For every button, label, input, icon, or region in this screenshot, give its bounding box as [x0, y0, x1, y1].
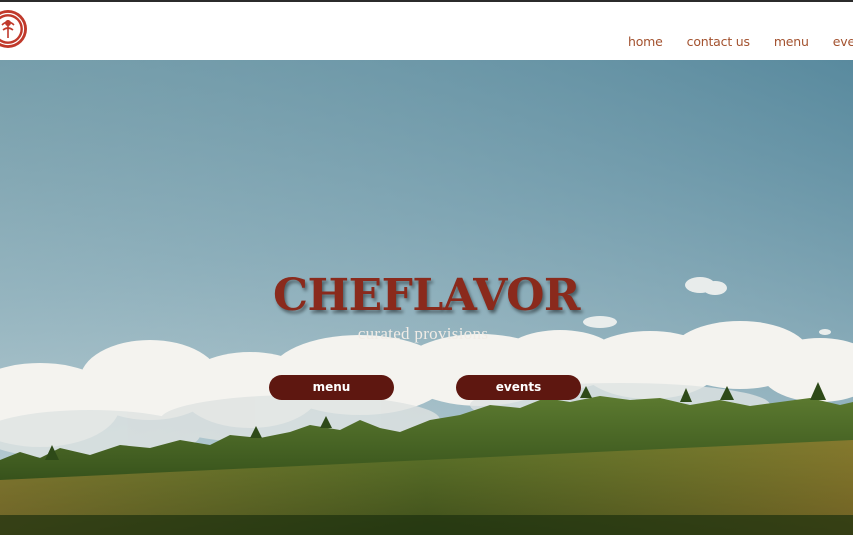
site-header: home contact us menu events	[0, 2, 853, 60]
menu-button[interactable]: menu	[269, 375, 394, 400]
nav-events-link[interactable]: events	[833, 34, 853, 49]
hero-title: CHEFLAVOR	[272, 270, 581, 321]
page: home contact us menu events	[0, 0, 853, 535]
main-nav: home contact us menu events	[628, 34, 853, 49]
hero-subtitle: curated provisions	[357, 324, 489, 343]
nav-home-link[interactable]: home	[628, 34, 663, 49]
nav-contact-us-link[interactable]: contact us	[687, 34, 750, 49]
nav-menu-link[interactable]: menu	[774, 34, 809, 49]
restaurant-logo-seal-icon[interactable]	[0, 9, 28, 49]
events-button[interactable]: events	[456, 375, 581, 400]
